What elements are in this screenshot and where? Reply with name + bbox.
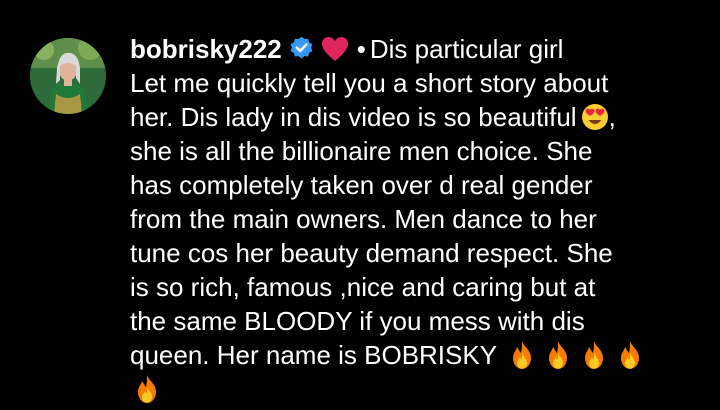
comment-line-11: [130, 372, 705, 406]
comment-line-5: has completely taken over d real gender: [130, 170, 593, 200]
comment-line-3-comma: ,: [608, 102, 616, 132]
fire-icon: [513, 341, 532, 369]
comment-line-10: queen. Her name is BOBRISKY: [130, 338, 705, 372]
comment-line-6: from the main owners. Men dance to her: [130, 204, 597, 234]
comment-header-line: bobrisky222 • Dis particular girl: [130, 32, 705, 66]
comment-line-8: is so rich, famous ,nice and caring but …: [130, 272, 596, 302]
comment-line-3-text: her. Dis lady in dis video is so beautif…: [130, 102, 577, 132]
fire-icon: [585, 341, 604, 369]
comment: bobrisky222 • Dis particular girl Let me q…: [0, 0, 720, 410]
fire-icon: [138, 375, 156, 403]
username[interactable]: bobrisky222: [130, 34, 282, 64]
separator-dot: •: [356, 34, 366, 64]
comment-line-1: Dis particular girl: [369, 34, 564, 64]
comment-line-7: tune cos her beauty demand respect. She: [130, 238, 613, 268]
comment-line-9: the same BLOODY if you mess with dis: [130, 306, 585, 336]
red-heart-emoji-icon: [321, 37, 348, 61]
avatar-image: [30, 38, 106, 114]
comment-text: bobrisky222 • Dis particular girl Let me q…: [130, 32, 705, 406]
comment-line-4: she is all the billionaire men choice. S…: [130, 136, 593, 166]
avatar[interactable]: [30, 38, 106, 114]
fire-icon: [621, 341, 640, 369]
smiling-face-with-heart-eyes-icon: [581, 104, 608, 130]
comment-line-10-text: queen. Her name is BOBRISKY: [130, 340, 498, 370]
verified-badge-icon: [290, 36, 313, 59]
comment-line-3: her. Dis lady in dis video is so beautif…: [130, 100, 705, 134]
fire-icon: [549, 341, 568, 369]
comment-line-2: Let me quickly tell you a short story ab…: [130, 68, 609, 98]
